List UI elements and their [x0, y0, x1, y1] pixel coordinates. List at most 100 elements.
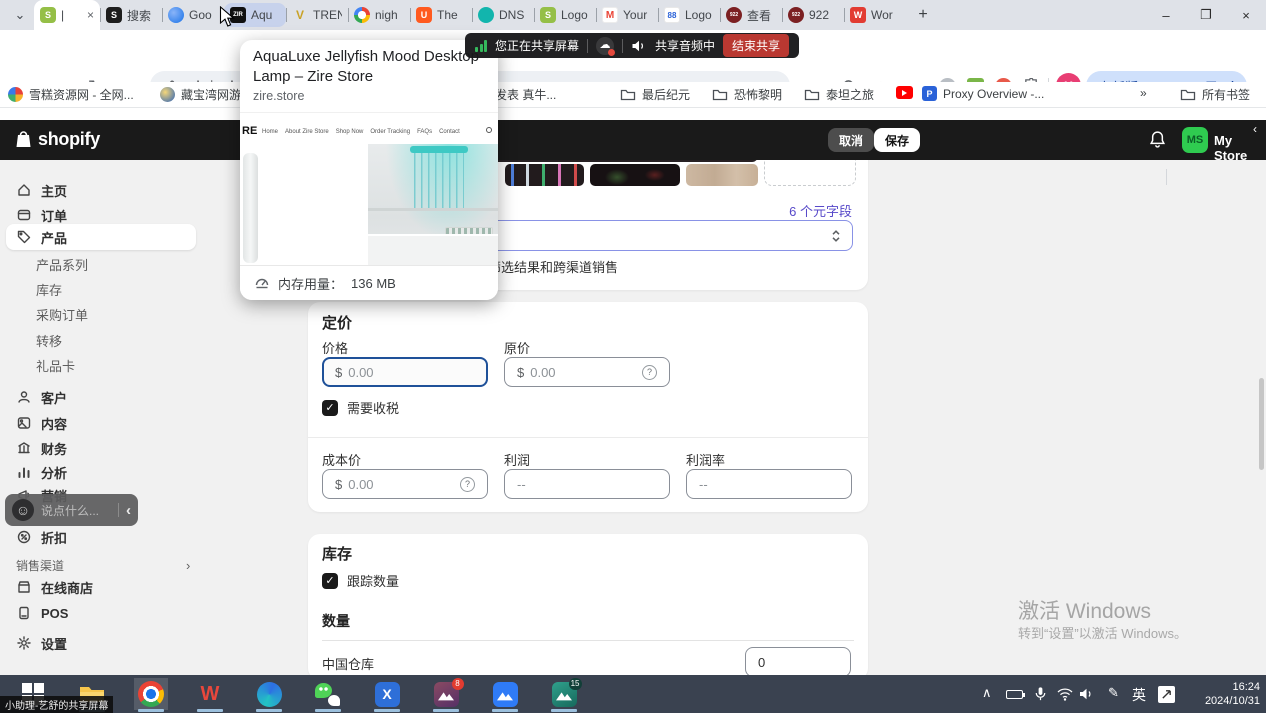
sidebar-item-settings[interactable]: 设置	[0, 630, 200, 656]
product-thumbnail-3[interactable]	[686, 164, 758, 186]
close-button[interactable]: ×	[1226, 0, 1266, 30]
taskbar-x-app[interactable]: X	[370, 678, 404, 710]
help-icon[interactable]: ?	[460, 477, 475, 492]
chat-placeholder[interactable]: 说点什么...	[41, 502, 111, 519]
taskbar-app-badge-15[interactable]: 15	[547, 678, 581, 710]
cost-field[interactable]	[348, 477, 454, 492]
margin-input[interactable]	[686, 469, 852, 499]
save-button[interactable]: 保存	[874, 128, 920, 152]
taskbar-wps[interactable]: W	[193, 678, 227, 710]
maximize-button[interactable]: ❐	[1186, 0, 1226, 30]
profit-input[interactable]	[504, 469, 670, 499]
tab-logo-1[interactable]: SLogo	[534, 0, 596, 30]
sidebar-item-online-store[interactable]: 在线商店	[0, 574, 200, 600]
new-tab-button[interactable]: +	[910, 2, 936, 28]
taskbar-wechat[interactable]	[311, 678, 345, 710]
minimize-button[interactable]: –	[1146, 0, 1186, 30]
sidebar-item-products[interactable]: 产品	[0, 224, 200, 250]
tax-checkbox-row[interactable]: ✓ 需要收税	[322, 398, 399, 417]
sidebar-item-home[interactable]: 主页	[0, 177, 200, 203]
close-icon[interactable]: ×	[87, 8, 94, 22]
sidebar-item-discounts[interactable]: 折扣	[0, 524, 200, 550]
volume-icon[interactable]	[1078, 687, 1095, 701]
taskbar-blue-app[interactable]	[252, 678, 286, 710]
tab-tren[interactable]: VTREN	[286, 0, 348, 30]
checkbox-checked[interactable]: ✓	[322, 400, 338, 416]
ime-indicator[interactable]: 英	[1132, 685, 1146, 705]
sidebar-item-purchase-orders[interactable]: 采购订单	[0, 301, 200, 327]
margin-field[interactable]	[699, 477, 839, 492]
product-thumbnail-1[interactable]	[505, 164, 584, 186]
cancel-button[interactable]: 取消	[828, 128, 874, 152]
tab-your[interactable]: MYour	[596, 0, 658, 30]
sidebar-item-gift-cards[interactable]: 礼品卡	[0, 352, 200, 378]
tab-shopify-active[interactable]: S | ×	[34, 0, 100, 30]
bookmark-item[interactable]: 雪糕资源网 - 全网...	[8, 86, 134, 103]
taskbar-chrome[interactable]	[134, 678, 168, 710]
quantity-field[interactable]	[758, 655, 838, 670]
pen-icon[interactable]: ✎	[1108, 685, 1119, 701]
folder-icon	[1180, 88, 1196, 102]
bookmark-item[interactable]: 藏宝湾网游	[160, 86, 241, 103]
bookmark-folder[interactable]: 最后纪元	[620, 86, 690, 103]
tab-search-button[interactable]: ⌄	[8, 3, 32, 27]
price-input[interactable]: $	[322, 357, 488, 387]
tab-nigh[interactable]: nigh	[348, 0, 410, 30]
sidebar-item-content[interactable]: 内容	[0, 410, 200, 436]
tray-clock[interactable]: 16:24 2024/10/31	[1194, 680, 1260, 708]
taskbar-app-badge-8[interactable]: 8	[429, 678, 463, 710]
security-tray-icon[interactable]	[1158, 686, 1175, 703]
margin-label: 利润率	[686, 450, 725, 469]
tab-logo-2[interactable]: 88Logo	[658, 0, 720, 30]
tab-search-shopify[interactable]: S搜索	[100, 0, 162, 30]
collapse-left-icon[interactable]: ‹	[1253, 122, 1257, 136]
bookmark-item[interactable]: PProxy Overview -...	[922, 86, 1044, 101]
sidebar-item-label: POS	[41, 606, 68, 621]
tab-chakan[interactable]: 922查看	[720, 0, 782, 30]
tab-wor[interactable]: WWor	[844, 0, 906, 30]
all-bookmarks-folder[interactable]: 所有书签	[1180, 86, 1250, 103]
tray-expand-icon[interactable]: ∧	[982, 685, 992, 701]
cloud-icon[interactable]: ☁	[596, 37, 614, 55]
scrollbar-thumb[interactable]	[1259, 378, 1264, 470]
sidebar-item-collections[interactable]: 产品系列	[0, 251, 200, 277]
bookmark-youtube[interactable]	[896, 86, 913, 99]
sidebar-item-pos[interactable]: POS	[0, 600, 200, 626]
bookmarks-overflow-button[interactable]: »	[1140, 86, 1147, 100]
tab-922[interactable]: 922922	[782, 0, 844, 30]
store-name[interactable]: My Store	[1214, 133, 1266, 163]
bookmark-folder[interactable]: 泰坦之旅	[804, 86, 874, 103]
metafields-link[interactable]: 6 个元字段	[789, 201, 852, 220]
taskbar-mountain-app[interactable]	[488, 678, 522, 710]
category-caption: 筛选结果和跨渠道销售	[488, 257, 618, 276]
wifi-icon[interactable]	[1056, 686, 1074, 702]
chat-widget[interactable]: ☺ 说点什么... ‹	[5, 494, 138, 526]
tab-dns[interactable]: DNS	[472, 0, 534, 30]
orange-u-favicon: U	[416, 7, 432, 23]
microphone-icon[interactable]	[1032, 685, 1049, 703]
compare-price-field[interactable]	[530, 365, 636, 380]
sidebar-item-finance[interactable]: 财务	[0, 435, 200, 461]
price-field[interactable]	[348, 365, 475, 380]
checkbox-checked[interactable]: ✓	[322, 573, 338, 589]
cost-input[interactable]: $ ?	[322, 469, 488, 499]
sidebar-item-customers[interactable]: 客户	[0, 384, 200, 410]
quantity-input[interactable]	[745, 647, 851, 677]
tab-goo[interactable]: Goo	[162, 0, 224, 30]
sidebar-item-transfers[interactable]: 转移	[0, 327, 200, 353]
chevron-right-icon[interactable]: ›	[186, 558, 190, 573]
store-avatar[interactable]: MS	[1182, 127, 1208, 153]
bookmark-folder[interactable]: 恐怖黎明	[712, 86, 782, 103]
tab-the[interactable]: UThe	[410, 0, 472, 30]
collapse-left-icon[interactable]: ‹	[126, 502, 131, 519]
profit-field[interactable]	[517, 477, 657, 492]
product-thumbnail-2[interactable]	[590, 164, 680, 186]
track-quantity-row[interactable]: ✓ 跟踪数量	[322, 571, 399, 590]
compare-price-input[interactable]: $ ?	[504, 357, 670, 387]
shopify-favicon: S	[40, 7, 56, 23]
notification-bell-icon[interactable]	[1148, 130, 1167, 150]
sidebar-item-inventory[interactable]: 库存	[0, 276, 200, 302]
help-icon[interactable]: ?	[642, 365, 657, 380]
battery-icon[interactable]	[1006, 690, 1023, 699]
stop-sharing-button[interactable]: 结束共享	[723, 34, 789, 57]
